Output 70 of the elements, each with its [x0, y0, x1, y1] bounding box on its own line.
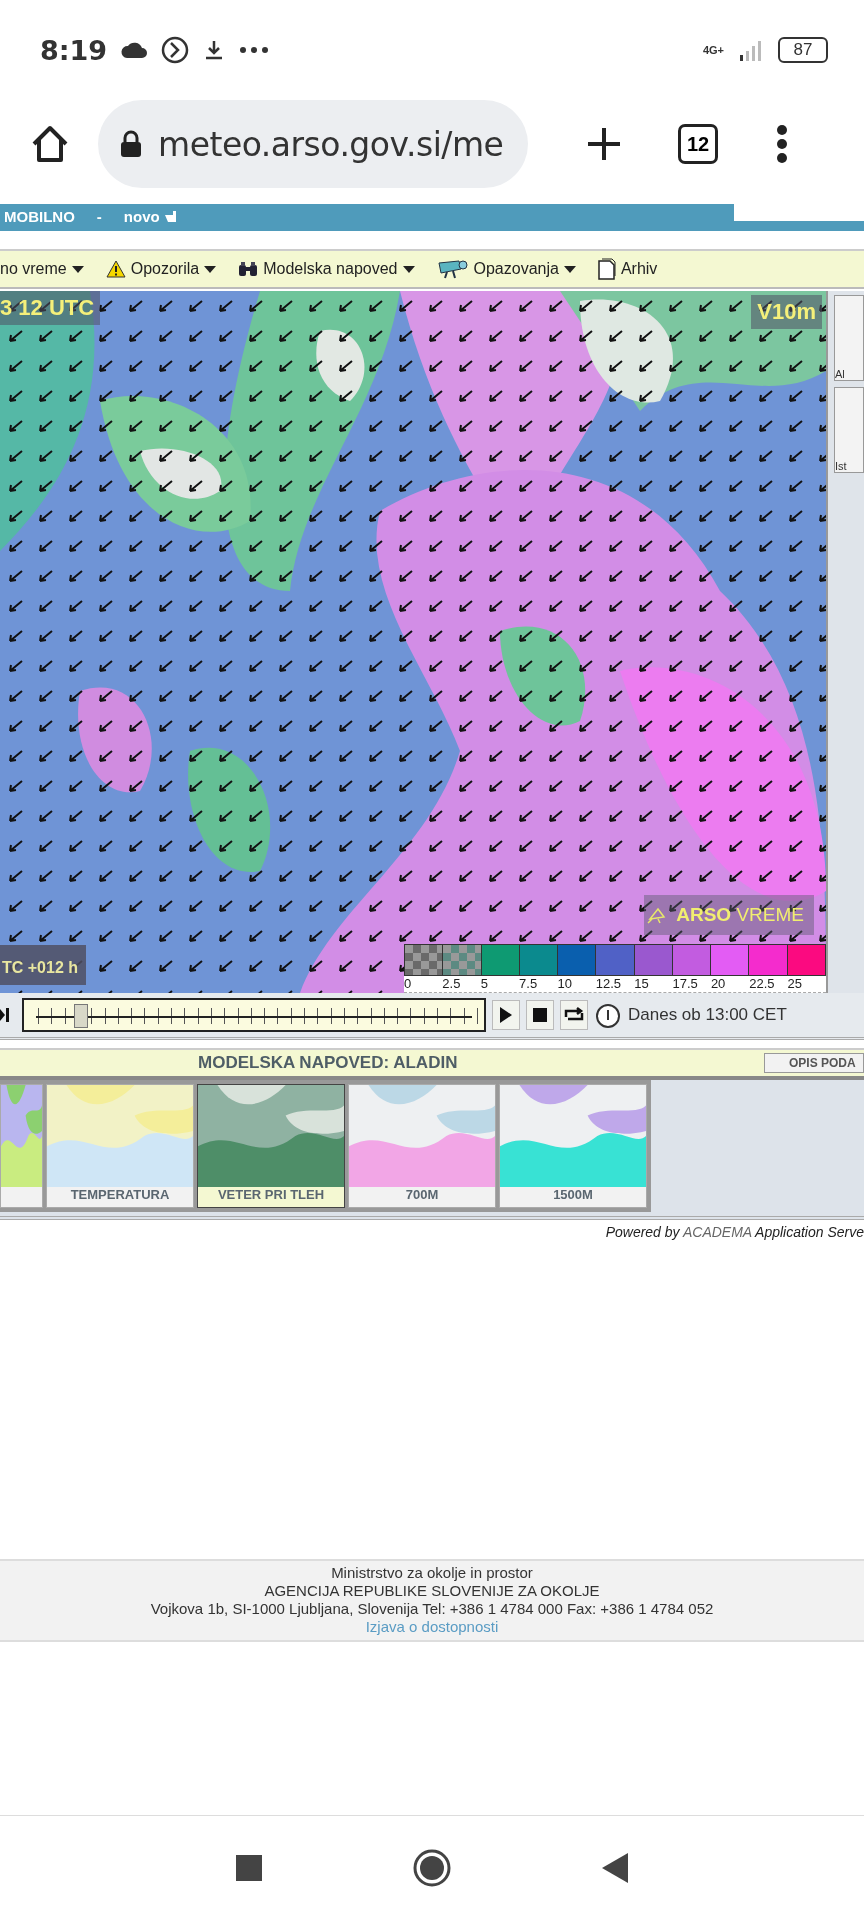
binoculars-icon: [238, 261, 259, 277]
battery-indicator: 87: [778, 37, 828, 63]
menu-icon[interactable]: [776, 124, 788, 164]
powered-by-text: Powered by ACADEMA Application Serve: [604, 1223, 864, 1240]
clock-time: 8:19: [40, 34, 108, 66]
footer-text: Ministrstvo za okolje in prostor: [331, 1564, 533, 1582]
product-thumbnail[interactable]: TEMPERATURA: [46, 1084, 194, 1208]
legend-label: 2.5: [442, 976, 461, 991]
caret-icon: [563, 265, 576, 273]
timeline-slider[interactable]: [22, 998, 486, 1032]
legend-label: 0: [404, 976, 412, 991]
caret-icon: [71, 265, 84, 273]
menu-item[interactable]: Arhiv: [597, 258, 658, 280]
lock-icon: [120, 130, 142, 158]
legend-label: 17.5: [672, 976, 698, 991]
play-button[interactable]: [492, 1000, 520, 1030]
home-button-icon[interactable]: [412, 1848, 452, 1888]
legend-label: 15: [634, 976, 649, 991]
signal-icon: [738, 39, 764, 61]
address-bar[interactable]: meteo.arso.gov.si/me: [98, 100, 528, 188]
legend-label: 7.5: [519, 976, 538, 991]
section-title: MODELSKA NAPOVED: ALADIN: [198, 1053, 459, 1073]
description-button[interactable]: OPIS PODA: [764, 1053, 864, 1073]
play-icon: [499, 1006, 513, 1024]
warning-icon: [105, 260, 126, 278]
side-thumbnail[interactable]: Ist: [834, 387, 864, 473]
menu-item[interactable]: no vreme: [0, 260, 84, 278]
caret-icon: [204, 265, 217, 273]
menu-item[interactable]: Opazovanja: [436, 259, 576, 279]
product-thumbnail[interactable]: [0, 1084, 43, 1208]
product-thumbnail[interactable]: VETER PRI TLEH: [197, 1084, 345, 1208]
stop-button[interactable]: [526, 1000, 554, 1030]
legend-label: 5: [480, 976, 488, 991]
product-thumbnail[interactable]: 1500M: [499, 1084, 647, 1208]
loop-button[interactable]: [560, 1000, 588, 1030]
more-icon: [239, 46, 270, 54]
home-icon[interactable]: [30, 124, 70, 164]
forecast-time: Danes ob 13:00 CET: [628, 1005, 787, 1025]
skip-end-icon[interactable]: [0, 1005, 10, 1025]
menu-item[interactable]: Opozorila: [105, 260, 217, 278]
loop-icon: [564, 1007, 584, 1023]
footer-text: AGENCIJA REPUBLIKE SLOVENIJE ZA OKOLJE: [264, 1582, 600, 1600]
cloud-icon: [121, 42, 148, 58]
caret-icon: [402, 265, 415, 273]
legend-label: 20: [710, 976, 726, 991]
url-text: meteo.arso.gov.si/me: [158, 124, 504, 164]
side-thumbnail[interactable]: Al: [834, 295, 864, 381]
banner-title: MOBILNO: [4, 207, 75, 225]
document-icon: [597, 258, 616, 280]
hand-icon: [163, 209, 178, 223]
tab-count-button[interactable]: 12: [678, 124, 718, 164]
slider-handle[interactable]: [73, 1004, 88, 1028]
variable-label: V10m: [751, 295, 822, 329]
menu-item[interactable]: Modelska napoved: [238, 260, 415, 278]
telescope-icon: [436, 259, 469, 279]
legend-label: 25: [787, 976, 803, 991]
product-thumbnail[interactable]: 700M: [348, 1084, 496, 1208]
network-type: 4G+: [702, 44, 724, 56]
stop-icon: [533, 1008, 547, 1022]
back-icon[interactable]: [602, 1853, 628, 1883]
forecast-time-label: 3 12 UTC: [0, 291, 101, 325]
logo-text: ARSO VREME: [676, 904, 804, 926]
banner-separator: -: [96, 207, 102, 225]
legend-label: 10: [557, 976, 572, 991]
plus-icon[interactable]: [586, 126, 622, 162]
legend-label: 22.5: [749, 976, 775, 991]
footer-text: Vojkova 1b, SI-1000 Ljubljana, Slovenija Tel: +386 1 4784 000 Fax: +386 1 4784 052: [150, 1600, 714, 1618]
legend-label: 12.5: [595, 976, 622, 991]
forecast-offset-label: TC +012 h: [0, 945, 87, 985]
info-icon[interactable]: [594, 1001, 622, 1029]
